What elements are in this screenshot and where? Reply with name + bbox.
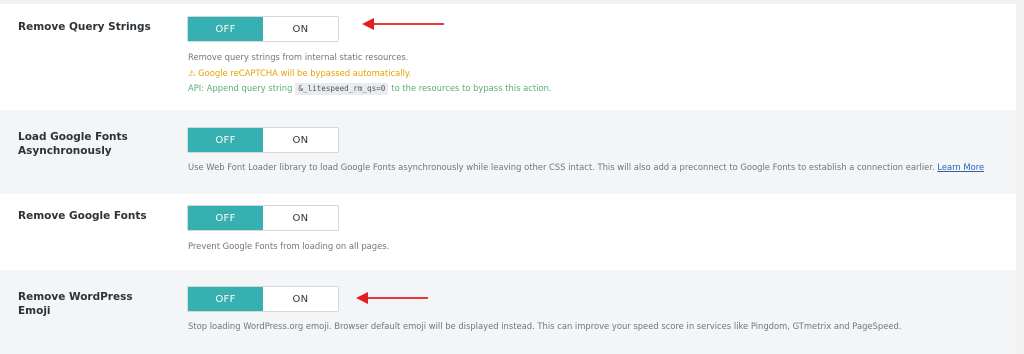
setting-row-remove-google-fonts: Remove Google Fonts OFF ON Prevent Googl… [0, 194, 1016, 270]
setting-description: Stop loading WordPress.org emoji. Browse… [188, 321, 902, 331]
api-query-code: &_litespeed_rm_qs=0 [295, 83, 389, 95]
setting-label: Load Google Fonts Asynchronously [18, 131, 128, 157]
setting-row-remove-wordpress-emoji: Remove WordPress Emoji OFF ON Stop loadi… [0, 270, 1016, 354]
toggle-on-option[interactable]: ON [263, 17, 338, 41]
settings-page: Remove Query Strings OFF ON Remove query… [0, 0, 1024, 354]
setting-label: Remove Google Fonts [18, 210, 147, 222]
toggle-off-option[interactable]: OFF [188, 206, 263, 230]
description-text: Use Web Font Loader library to load Goog… [188, 162, 935, 172]
recaptcha-warning: ⚠ Google reCAPTCHA will be bypassed auto… [188, 68, 412, 78]
api-note: API: Append query string &_litespeed_rm_q… [188, 81, 552, 95]
setting-label: Remove Query Strings [18, 21, 151, 33]
remove-google-fonts-toggle[interactable]: OFF ON [187, 205, 339, 231]
toggle-off-option[interactable]: OFF [188, 17, 263, 41]
setting-row-load-google-fonts-async: Load Google Fonts Asynchronously OFF ON … [0, 110, 1016, 194]
setting-description: Use Web Font Loader library to load Goog… [188, 160, 984, 174]
toggle-on-option[interactable]: ON [263, 287, 338, 311]
learn-more-link[interactable]: Learn More [937, 162, 984, 172]
toggle-on-option[interactable]: ON [263, 206, 338, 230]
setting-row-remove-query-strings: Remove Query Strings OFF ON Remove query… [0, 4, 1016, 110]
api-note-prefix: API: Append query string [188, 83, 293, 93]
setting-label: Remove WordPress Emoji [18, 291, 133, 317]
setting-description: Prevent Google Fonts from loading on all… [188, 241, 390, 251]
toggle-on-option[interactable]: ON [263, 128, 338, 152]
api-note-suffix: to the resources to bypass this action. [391, 83, 552, 93]
toggle-off-option[interactable]: OFF [188, 287, 263, 311]
red-arrow-icon [356, 292, 428, 304]
load-google-fonts-async-toggle[interactable]: OFF ON [187, 127, 339, 153]
remove-query-strings-toggle[interactable]: OFF ON [187, 16, 339, 42]
toggle-off-option[interactable]: OFF [188, 128, 263, 152]
remove-wordpress-emoji-toggle[interactable]: OFF ON [187, 286, 339, 312]
red-arrow-icon [362, 18, 444, 30]
setting-description: Remove query strings from internal stati… [188, 52, 409, 62]
